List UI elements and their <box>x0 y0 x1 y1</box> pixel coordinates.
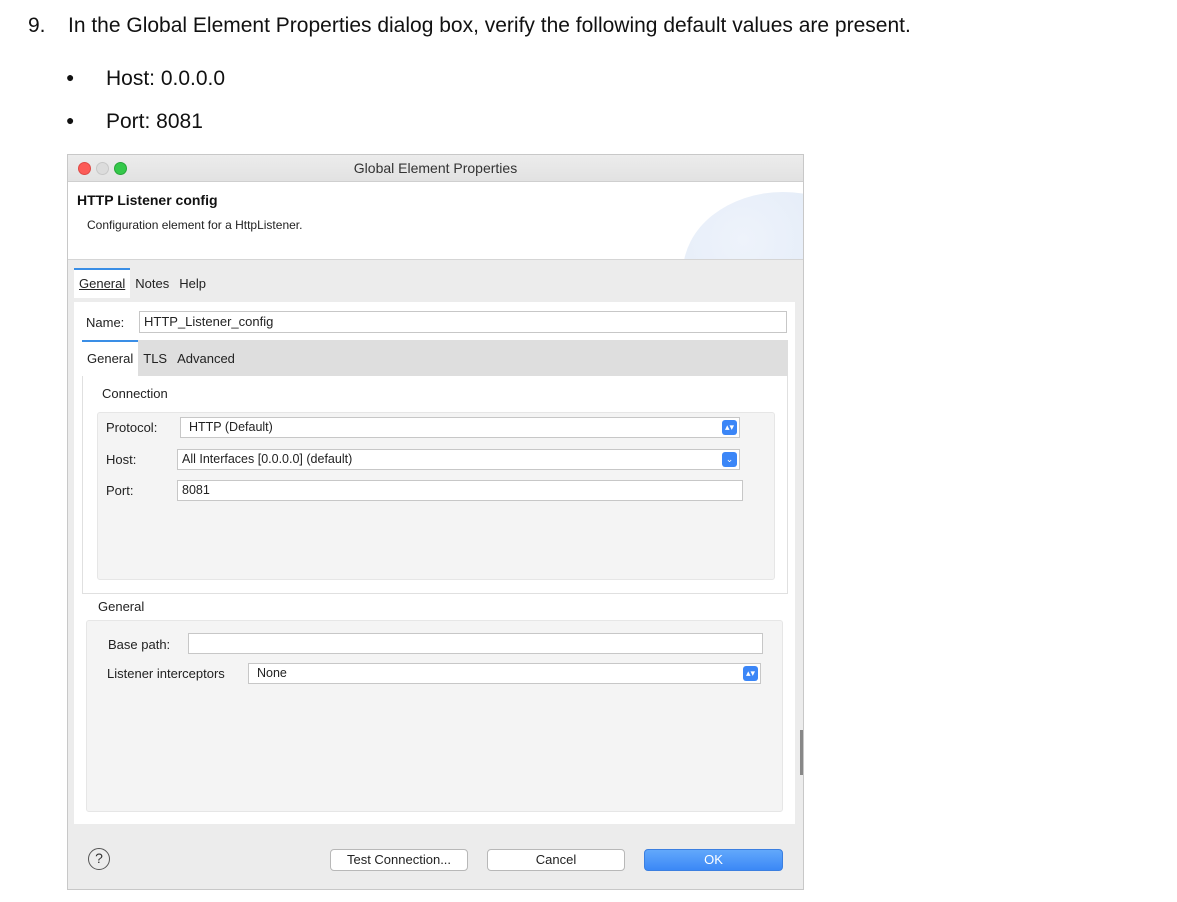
connection-group: Protocol: HTTP (Default) ▴▾ Host: All In… <box>97 412 775 580</box>
step-text: In the Global Element Properties dialog … <box>68 14 911 37</box>
listener-interceptors-select[interactable]: None ▴▾ <box>248 663 761 684</box>
window-title: Global Element Properties <box>353 160 518 176</box>
host-combobox[interactable]: All Interfaces [0.0.0.0] (default) ⌄ <box>177 449 740 470</box>
minimize-window-button[interactable] <box>96 162 109 175</box>
title-bar: Global Element Properties <box>68 155 803 182</box>
tab-notes[interactable]: Notes <box>130 269 174 299</box>
host-label: Host: <box>106 452 137 467</box>
global-element-properties-dialog: Global Element Properties HTTP Listener … <box>67 154 804 890</box>
base-path-label: Base path: <box>108 637 171 652</box>
listener-interceptors-value: None <box>257 666 287 680</box>
updown-chevron-icon: ▴▾ <box>743 666 758 681</box>
chevron-down-icon: ⌄ <box>722 452 737 467</box>
bullet-text-port: Port: 8081 <box>106 110 203 133</box>
test-connection-button[interactable]: Test Connection... <box>330 849 468 871</box>
header-banner: HTTP Listener config Configuration eleme… <box>68 182 803 260</box>
cancel-button[interactable]: Cancel <box>487 849 625 871</box>
window-controls <box>78 162 132 178</box>
banner-decoration <box>683 192 803 259</box>
ok-button[interactable]: OK <box>644 849 783 871</box>
close-window-button[interactable] <box>78 162 91 175</box>
general-group-label: General <box>98 599 145 614</box>
bullet-glyph: ● <box>66 69 75 85</box>
name-input[interactable]: HTTP_Listener_config <box>139 311 787 333</box>
bullet-text-host: Host: 0.0.0.0 <box>106 67 226 90</box>
port-label: Port: <box>106 483 134 498</box>
bullet-host: ● Host: 0.0.0.0 <box>66 67 225 91</box>
listener-interceptors-label: Listener interceptors <box>107 666 225 681</box>
general-group: Base path: Listener interceptors None ▴▾ <box>86 620 783 812</box>
bullet-glyph: ● <box>66 112 75 128</box>
base-path-input[interactable] <box>188 633 763 654</box>
help-icon[interactable]: ? <box>88 848 110 870</box>
dialog-description: Configuration element for a HttpListener… <box>87 218 303 232</box>
inner-tab-advanced[interactable]: Advanced <box>172 341 240 377</box>
maximize-window-button[interactable] <box>114 162 127 175</box>
bullet-port: ● Port: 8081 <box>66 110 203 134</box>
general-tab-panel: Name: HTTP_Listener_config General TLS Adv… <box>74 302 795 824</box>
tab-general[interactable]: General <box>74 268 131 298</box>
dialog-heading: HTTP Listener config <box>77 192 218 208</box>
step-number: 9. <box>28 14 46 37</box>
host-value: All Interfaces [0.0.0.0] (default) <box>182 452 353 466</box>
tab-help[interactable]: Help <box>174 269 211 299</box>
inner-tab-bar: General TLS Advanced <box>82 340 788 376</box>
protocol-label: Protocol: <box>106 420 158 435</box>
protocol-value: HTTP (Default) <box>189 420 273 434</box>
updown-chevron-icon: ▴▾ <box>722 420 737 435</box>
inner-tab-tls[interactable]: TLS <box>138 341 172 377</box>
scrollbar[interactable] <box>800 730 803 775</box>
port-input[interactable]: 8081 <box>177 480 743 501</box>
connection-group-label: Connection <box>102 386 168 401</box>
name-label: Name: <box>86 315 125 330</box>
inner-tab-general[interactable]: General <box>82 340 139 376</box>
top-tab-bar: General Notes Help <box>74 268 211 299</box>
instruction-step: 9. In the Global Element Properties dialo… <box>28 14 911 38</box>
protocol-select[interactable]: HTTP (Default) ▴▾ <box>180 417 740 438</box>
connection-panel: Connection Protocol: HTTP (Default) ▴▾ H… <box>82 376 788 594</box>
tab-general-label: General <box>79 276 126 291</box>
dialog-footer: ? Test Connection... Cancel OK <box>68 833 803 889</box>
